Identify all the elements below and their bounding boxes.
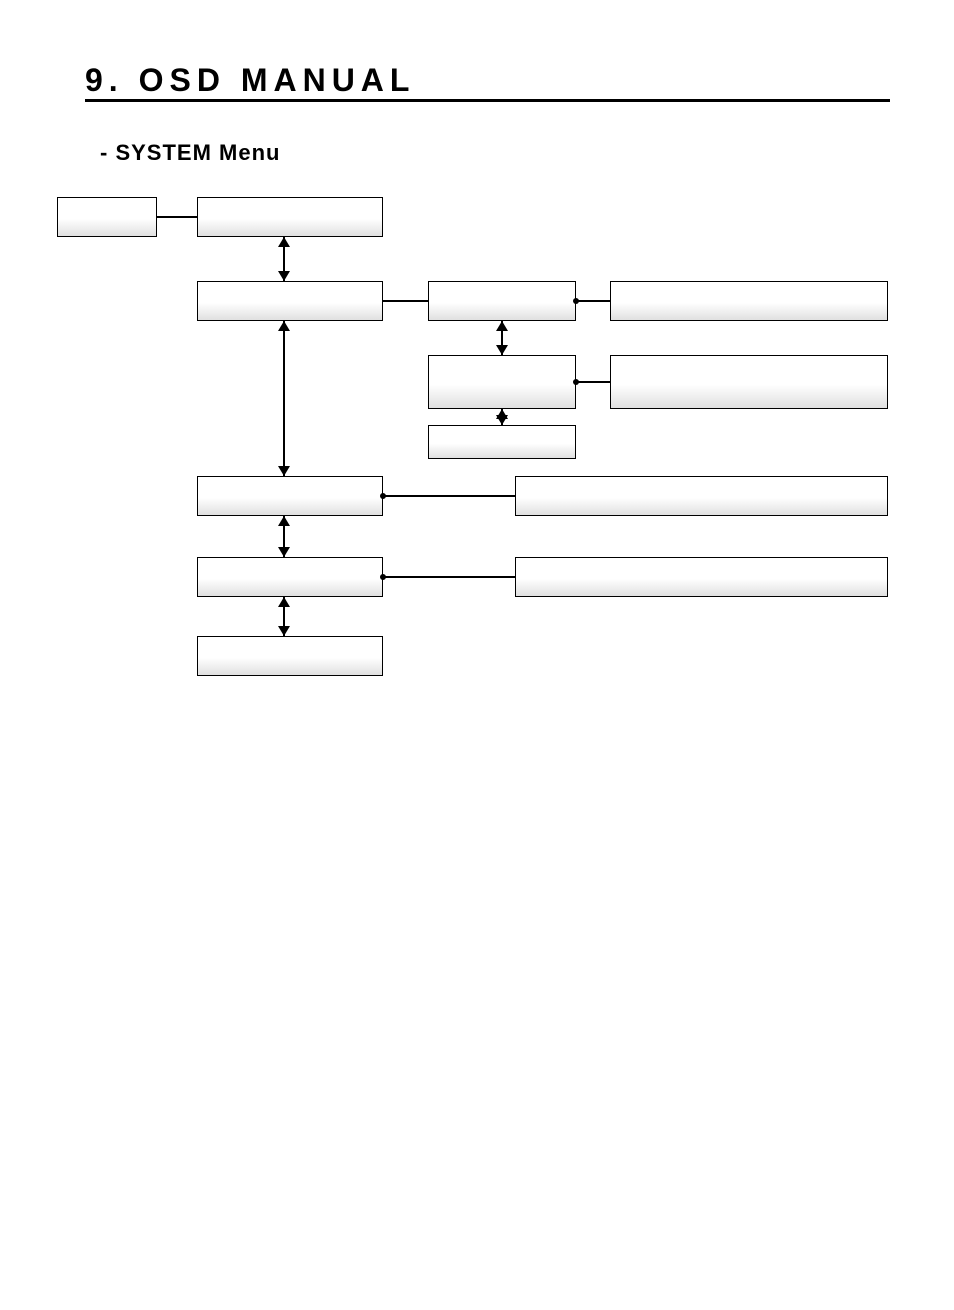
connector-line <box>576 381 610 383</box>
arrow-down-icon <box>278 466 290 476</box>
arrow-up-icon <box>278 516 290 526</box>
connector-line <box>383 300 428 302</box>
diagram-box-b8 <box>428 425 576 459</box>
diagram-box-b2 <box>197 197 383 237</box>
diagram-box-b13 <box>197 636 383 676</box>
arrow-up-icon <box>278 237 290 247</box>
arrow-down-icon <box>496 345 508 355</box>
diagram-box-b9 <box>197 476 383 516</box>
diagram-box-b4 <box>428 281 576 321</box>
connector-line <box>383 576 515 578</box>
connector-dot <box>380 574 386 580</box>
connector-dot <box>573 379 579 385</box>
arrow-down-icon <box>496 415 508 425</box>
diagram-box-b7 <box>610 355 888 409</box>
diagram-box-b3 <box>197 281 383 321</box>
arrow-up-icon <box>496 321 508 331</box>
connector-line <box>157 216 197 218</box>
arrow-up-icon <box>278 597 290 607</box>
connector-line <box>383 495 515 497</box>
arrow-down-icon <box>278 271 290 281</box>
diagram-box-b12 <box>515 557 888 597</box>
connector-dot <box>573 298 579 304</box>
diagram-box-b5 <box>610 281 888 321</box>
arrow-up-icon <box>278 321 290 331</box>
arrow-down-icon <box>278 547 290 557</box>
arrow-down-icon <box>278 626 290 636</box>
diagram-box-b11 <box>197 557 383 597</box>
diagram-box-b1 <box>57 197 157 237</box>
diagram-box-b6 <box>428 355 576 409</box>
diagram-box-b10 <box>515 476 888 516</box>
connector-dot <box>380 493 386 499</box>
connector-line <box>283 321 285 476</box>
connector-line <box>576 300 610 302</box>
system-menu-diagram <box>0 0 954 1310</box>
